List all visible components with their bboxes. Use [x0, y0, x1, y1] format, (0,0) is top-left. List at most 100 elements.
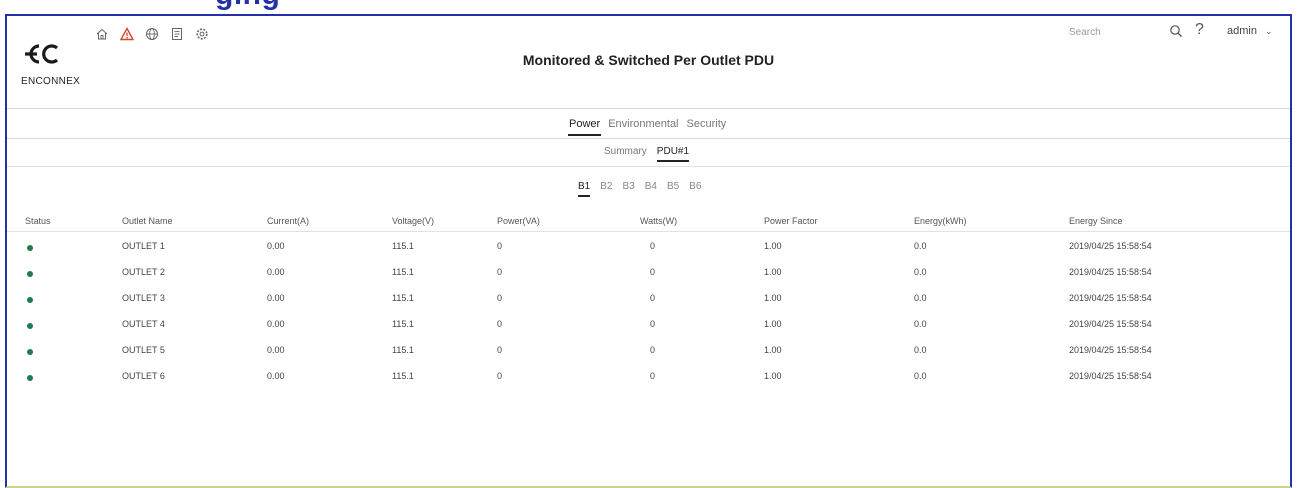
table-row[interactable]: OUTLET 2 0.00 115.1 0 0 1.00 0.0 2019/04… [7, 257, 1290, 283]
outlet-current: 0.00 [267, 267, 285, 277]
document-icon[interactable] [168, 25, 185, 42]
sub-tabs: Summary PDU#1 [604, 146, 690, 162]
top-banner: ging [0, 0, 1297, 14]
status-ok-dot [27, 297, 33, 303]
bank-tab-b5[interactable]: B5 [667, 181, 679, 197]
col-energy: Energy(kWh) [914, 216, 967, 226]
status-ok-dot [27, 271, 33, 277]
outlet-power-factor: 1.00 [764, 345, 782, 355]
help-icon[interactable]: ? [1195, 21, 1204, 39]
col-outlet-name: Outlet Name [122, 216, 173, 226]
chevron-down-icon: ⌄ [1264, 25, 1273, 36]
outlet-energy: 0.0 [914, 345, 927, 355]
outlet-name: OUTLET 4 [122, 319, 165, 329]
status-ok-dot [27, 323, 33, 329]
outlet-name: OUTLET 1 [122, 241, 165, 251]
outlet-voltage: 115.1 [392, 345, 414, 355]
bank-tab-b4[interactable]: B4 [645, 181, 657, 197]
outlet-voltage: 115.1 [392, 293, 414, 303]
outlet-power-va: 0 [497, 319, 503, 329]
outlet-energy: 0.0 [914, 293, 927, 303]
home-icon[interactable] [93, 25, 110, 42]
outlet-watts: 0 [650, 293, 656, 303]
outlet-energy-since: 2019/04/25 15:58:54 [1069, 267, 1152, 277]
outlet-power-va: 0 [497, 267, 503, 277]
col-power-va: Power(VA) [497, 216, 540, 226]
banner-title-fragment: ging [215, 0, 280, 12]
outlet-watts: 0 [650, 241, 656, 251]
outlet-table-body: OUTLET 1 0.00 115.1 0 0 1.00 0.0 2019/04… [7, 231, 1290, 387]
table-row[interactable]: OUTLET 5 0.00 115.1 0 0 1.00 0.0 2019/04… [7, 335, 1290, 361]
outlet-name: OUTLET 5 [122, 345, 165, 355]
col-power-factor: Power Factor [764, 216, 818, 226]
user-menu[interactable]: admin ⌄ [1227, 25, 1273, 37]
col-energy-since: Energy Since [1069, 216, 1123, 226]
bank-tab-b1[interactable]: B1 [578, 181, 591, 197]
tab-power[interactable]: Power [568, 118, 602, 136]
settings-icon[interactable] [193, 25, 210, 42]
col-watts: Watts(W) [640, 216, 678, 226]
outlet-voltage: 115.1 [392, 319, 414, 329]
search-icon[interactable] [1169, 24, 1183, 43]
main-tabs: Power Environmental Security [568, 118, 727, 136]
outlet-name: OUTLET 6 [122, 371, 165, 381]
outlet-power-factor: 1.00 [764, 319, 782, 329]
bank-tab-b3[interactable]: B3 [622, 181, 634, 197]
outlet-energy-since: 2019/04/25 15:58:54 [1069, 319, 1152, 329]
globe-icon[interactable] [143, 25, 160, 42]
outlet-power-factor: 1.00 [764, 371, 782, 381]
outlet-power-va: 0 [497, 241, 503, 251]
outlet-energy: 0.0 [914, 371, 927, 381]
outlet-energy-since: 2019/04/25 15:58:54 [1069, 293, 1152, 303]
logo-text: ENCONNEX [21, 76, 81, 87]
outlet-voltage: 115.1 [392, 267, 414, 277]
outlet-power-factor: 1.00 [764, 267, 782, 277]
outlet-energy-since: 2019/04/25 15:58:54 [1069, 241, 1152, 251]
tab-environmental[interactable]: Environmental [607, 118, 679, 136]
outlet-watts: 0 [650, 319, 656, 329]
app-window: ENCONNEX Monitored & Switched Per Outlet… [5, 14, 1292, 488]
outlet-power-va: 0 [497, 371, 503, 381]
subtab-pdu1[interactable]: PDU#1 [656, 146, 690, 162]
outlet-voltage: 115.1 [392, 241, 414, 251]
search-input[interactable] [1067, 26, 1161, 39]
outlet-power-va: 0 [497, 345, 503, 355]
table-row[interactable]: OUTLET 3 0.00 115.1 0 0 1.00 0.0 2019/04… [7, 283, 1290, 309]
outlet-power-factor: 1.00 [764, 293, 782, 303]
bank-tab-b6[interactable]: B6 [689, 181, 701, 197]
outlet-current: 0.00 [267, 319, 285, 329]
alert-icon[interactable] [118, 25, 135, 42]
bank-tab-b2[interactable]: B2 [600, 181, 612, 197]
col-current: Current(A) [267, 216, 310, 226]
table-row[interactable]: OUTLET 6 0.00 115.1 0 0 1.00 0.0 2019/04… [7, 361, 1290, 387]
outlet-current: 0.00 [267, 241, 285, 251]
outlet-current: 0.00 [267, 345, 285, 355]
outlet-energy: 0.0 [914, 267, 927, 277]
outlet-name: OUTLET 2 [122, 267, 165, 277]
outlet-energy: 0.0 [914, 319, 927, 329]
outlet-energy-since: 2019/04/25 15:58:54 [1069, 345, 1152, 355]
col-voltage: Voltage(V) [392, 216, 435, 226]
status-ok-dot [27, 349, 33, 355]
outlet-voltage: 115.1 [392, 371, 414, 381]
table-row[interactable]: OUTLET 4 0.00 115.1 0 0 1.00 0.0 2019/04… [7, 309, 1290, 335]
col-status: Status [25, 216, 51, 226]
outlet-table-header: Status Outlet Name Current(A) Voltage(V)… [7, 209, 1290, 232]
subtab-summary[interactable]: Summary [604, 146, 647, 162]
toolbar-icons [93, 25, 210, 42]
username: admin [1227, 25, 1257, 37]
tab-security[interactable]: Security [686, 118, 728, 136]
main-tabs-row: Power Environmental Security [7, 108, 1290, 139]
outlet-energy-since: 2019/04/25 15:58:54 [1069, 371, 1152, 381]
outlet-current: 0.00 [267, 371, 285, 381]
outlet-current: 0.00 [267, 293, 285, 303]
table-row[interactable]: OUTLET 1 0.00 115.1 0 0 1.00 0.0 2019/04… [7, 231, 1290, 257]
outlet-name: OUTLET 3 [122, 293, 165, 303]
status-ok-dot [27, 245, 33, 251]
header: ENCONNEX Monitored & Switched Per Outlet… [7, 16, 1290, 109]
outlet-power-va: 0 [497, 293, 503, 303]
sub-tabs-row: Summary PDU#1 [7, 138, 1290, 167]
outlet-energy: 0.0 [914, 241, 927, 251]
outlet-power-factor: 1.00 [764, 241, 782, 251]
outlet-watts: 0 [650, 345, 656, 355]
